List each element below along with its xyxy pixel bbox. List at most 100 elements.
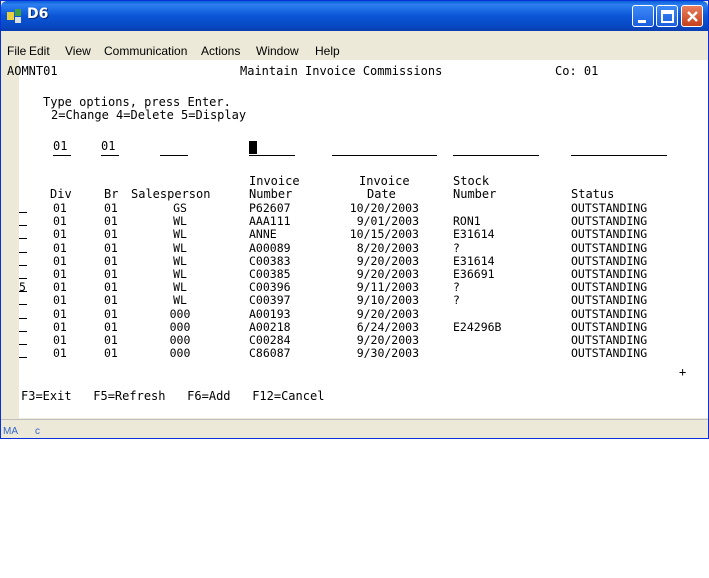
header-stock-2: Number	[453, 187, 497, 201]
cell-inv: ANNE	[249, 227, 277, 242]
program-id: AOMNT01	[7, 64, 58, 78]
cell-date: 10/15/2003	[349, 227, 419, 242]
cell-div: 01	[53, 227, 67, 242]
cell-stock: ?	[453, 293, 460, 308]
menu-communication[interactable]: Communication	[104, 44, 187, 58]
minimize-button[interactable]	[632, 5, 654, 27]
cell-stock: ?	[453, 240, 460, 255]
header-invoice-number-2: Number	[249, 187, 293, 201]
cell-br: 01	[104, 333, 118, 347]
cell-div: 01	[53, 306, 67, 321]
filter-salesperson-input[interactable]	[160, 155, 188, 156]
table-row[interactable]: 01 01 WL C00383 9/20/2003 E31614 OUTSTANDING	[19, 253, 708, 268]
menu-actions[interactable]: Actions	[201, 44, 240, 58]
table-row[interactable]: 01 01 WL C00397 9/10/2003? OUTSTANDING	[19, 295, 708, 306]
table-row[interactable]: 5 01 01 WL C00396 9/11/2003? OUTSTANDING	[19, 280, 708, 295]
table-row[interactable]: 01 01 000 C86087 9/30/2003 OUTSTANDING	[19, 346, 708, 361]
cell-div: 01	[53, 333, 67, 347]
cell-inv: C00284	[249, 333, 291, 347]
menu-edit[interactable]: Edit	[29, 44, 50, 58]
cell-stock: E36691	[453, 267, 495, 281]
header-status: Status	[571, 187, 615, 201]
cell-status: OUTSTANDING	[571, 240, 648, 255]
menu-edit-label: Edit	[29, 44, 50, 58]
status-mode: MA	[3, 426, 18, 437]
header-salesperson: Salesperson	[131, 187, 211, 201]
cell-sp: WL	[173, 253, 187, 268]
title-bar[interactable]: D6	[1, 1, 708, 31]
table-row[interactable]: 01 01 WL ANNE 10/15/2003 E31614 OUTSTANDING	[19, 229, 708, 240]
table-row[interactable]: 01 01 WL C00385 9/20/2003 E36691 OUTSTANDING	[19, 267, 708, 281]
menu-communication-label: Communication	[104, 44, 188, 58]
cell-div: 01	[53, 240, 67, 255]
cell-status: OUTSTANDING	[571, 201, 648, 215]
cell-status: OUTSTANDING	[571, 306, 648, 321]
close-button[interactable]	[681, 5, 703, 27]
filter-date-input[interactable]	[332, 155, 437, 156]
table-row[interactable]: 01 01 GS P62607 10/20/2003 OUTSTANDING	[19, 201, 708, 215]
cell-br: 01	[104, 306, 118, 321]
header-br: Br	[104, 187, 119, 201]
row-option-underline	[19, 264, 27, 266]
cell-br: 01	[104, 240, 118, 255]
filter-div-underline	[53, 155, 71, 156]
table-row[interactable]: 01 01 WL A00089 8/20/2003? OUTSTANDING	[19, 240, 708, 255]
table-row[interactable]: 01 01 000 A00193 9/20/2003 OUTSTANDING	[19, 306, 708, 321]
menu-view[interactable]: View	[65, 44, 91, 58]
option-legend: 2=Change 4=Delete 5=Display	[51, 108, 247, 122]
cell-inv: P62607	[249, 201, 291, 215]
menu-help[interactable]: Help	[315, 44, 340, 58]
terminal-screen[interactable]: AOMNT01 Maintain Invoice Commissions Co:…	[7, 60, 708, 418]
cell-date: 9/20/2003	[356, 253, 419, 268]
cell-br: 01	[104, 267, 118, 281]
filter-br-input[interactable]: 01	[101, 140, 115, 153]
menu-window-label: Window	[256, 44, 299, 58]
header-invoice-date-2: Date	[367, 187, 396, 201]
cell-status: OUTSTANDING	[571, 227, 648, 242]
cell-br: 01	[104, 280, 118, 295]
cell-stock: E24296B	[453, 319, 502, 334]
header-div: Div	[50, 187, 72, 201]
cell-sp: 000	[169, 346, 191, 361]
maximize-button[interactable]	[656, 5, 678, 27]
cell-inv: C00383	[249, 253, 291, 268]
table-row[interactable]: 01 01 000 A00218 6/24/2003 E24296B OUTSTANDING	[19, 319, 708, 334]
cell-div: 01	[53, 346, 67, 361]
cell-date: 6/24/2003	[356, 319, 419, 334]
cell-status: OUTSTANDING	[571, 333, 648, 347]
cell-status: OUTSTANDING	[571, 319, 648, 334]
cell-div: 01	[53, 293, 67, 308]
filter-status-input[interactable]	[571, 155, 667, 156]
menu-actions-label: Actions	[201, 44, 241, 58]
cell-inv: C00397	[249, 293, 291, 308]
row-option-underline	[19, 278, 27, 279]
row-option-underline	[19, 357, 27, 359]
cell-inv: C00396	[249, 280, 291, 295]
emulator-window: D6 File Edit View Communication Actions …	[0, 0, 709, 439]
table-row[interactable]: 01 01 000 C00284 9/20/2003 OUTSTANDING	[19, 333, 708, 347]
cell-div: 01	[53, 280, 67, 295]
menu-window[interactable]: Window	[256, 44, 299, 58]
table-row[interactable]: 01 01 WL AAA111 9/01/2003 RON1 OUTSTANDING	[19, 214, 708, 229]
filter-div-input[interactable]: 01	[53, 140, 67, 153]
cell-status: OUTSTANDING	[571, 267, 648, 281]
cell-sp: WL	[173, 293, 187, 308]
filter-invoice-input[interactable]	[249, 155, 295, 156]
filter-br-underline	[101, 155, 119, 156]
cell-inv: C00385	[249, 267, 291, 281]
screen-title: Maintain Invoice Commissions	[240, 64, 443, 78]
cell-date: 9/20/2003	[356, 306, 419, 321]
cell-date: 9/20/2003	[356, 267, 419, 281]
cell-inv: AAA111	[249, 214, 291, 229]
cell-div: 01	[53, 214, 67, 229]
row-option-underline	[19, 238, 27, 240]
cell-stock: ?	[453, 280, 460, 295]
cell-inv: A00089	[249, 240, 291, 255]
cell-inv: A00193	[249, 306, 291, 321]
cell-stock: E31614	[453, 227, 495, 242]
maximize-icon	[661, 10, 674, 23]
filter-stock-input[interactable]	[453, 155, 539, 156]
cell-br: 01	[104, 253, 118, 268]
status-field: c	[35, 426, 40, 437]
menu-file[interactable]: File	[7, 44, 26, 58]
